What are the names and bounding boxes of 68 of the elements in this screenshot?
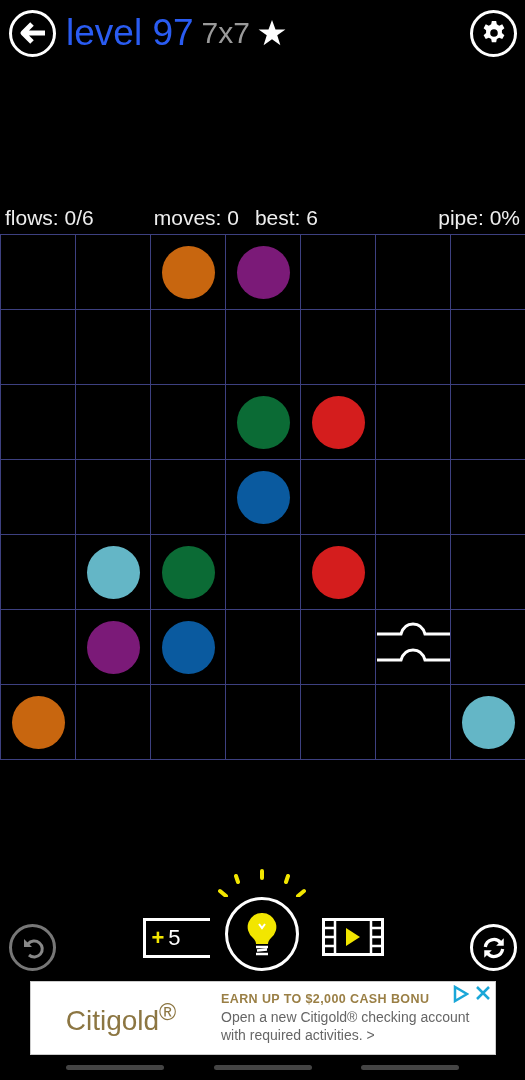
ad-brand: Citigold$^{®}$	[64, 998, 178, 1038]
grid-cell[interactable]	[301, 610, 376, 685]
grid-cell[interactable]	[301, 385, 376, 460]
grid-cell[interactable]	[226, 235, 301, 310]
grid-cell[interactable]	[76, 610, 151, 685]
close-icon[interactable]	[475, 985, 491, 1001]
grid-cell[interactable]	[76, 385, 151, 460]
pipe-percent: pipe: 0%	[438, 206, 520, 230]
rays-icon	[215, 869, 308, 897]
grid-cell[interactable]	[301, 235, 376, 310]
grid-cell[interactable]	[151, 310, 226, 385]
lightbulb-icon	[245, 912, 278, 956]
grid-cell[interactable]	[301, 685, 376, 760]
grid-cell[interactable]	[376, 535, 451, 610]
nav-handle[interactable]	[66, 1065, 164, 1070]
grid-cell[interactable]	[76, 460, 151, 535]
undo-button[interactable]	[9, 924, 56, 971]
film-play-icon	[321, 918, 384, 956]
settings-button[interactable]	[470, 9, 517, 57]
grid-cell[interactable]	[76, 535, 151, 610]
grid-size: 7x7	[201, 16, 250, 50]
ad-banner[interactable]: Citigold$^{®}$ EARN UP TO $2,000 CASH BONU Open a new Citigold® checking account with required activities. >	[30, 981, 496, 1055]
grid-cell[interactable]	[151, 385, 226, 460]
grid-cell[interactable]	[226, 685, 301, 760]
grid-cell[interactable]	[1, 685, 76, 760]
grid-cell[interactable]	[76, 685, 151, 760]
grid-cell[interactable]	[76, 310, 151, 385]
grid-cell[interactable]	[376, 385, 451, 460]
grid-cell[interactable]	[376, 685, 451, 760]
nav-handle[interactable]	[361, 1065, 459, 1070]
video-button[interactable]	[321, 918, 384, 956]
grid-cell[interactable]	[226, 610, 301, 685]
best-score: best: 6	[254, 206, 318, 230]
grid-cell[interactable]	[226, 460, 301, 535]
grid-cell[interactable]	[376, 460, 451, 535]
grid-cell[interactable]	[1, 235, 76, 310]
grid-cell[interactable]	[151, 235, 226, 310]
moves-count: moves: 0	[153, 206, 239, 230]
grid-cell[interactable]	[376, 610, 451, 685]
ad-body: Open a new Citigold® checking account with required activities. >	[221, 1008, 471, 1044]
grid-cell[interactable]	[76, 235, 151, 310]
grid-cell[interactable]	[151, 685, 226, 760]
grid-cell[interactable]	[301, 535, 376, 610]
grid-cell[interactable]	[1, 385, 76, 460]
grid-cell[interactable]	[226, 535, 301, 610]
grid-cell[interactable]	[151, 610, 226, 685]
hint-number: 5	[168, 925, 181, 951]
ad-choices-icon[interactable]	[453, 985, 469, 1003]
flows-count: flows: 0/6	[5, 206, 94, 230]
ad-headline: EARN UP TO $2,000 CASH BONU	[221, 992, 430, 1006]
grid-cell[interactable]	[151, 460, 226, 535]
grid-cell[interactable]	[1, 460, 76, 535]
restart-button[interactable]	[470, 924, 517, 971]
arrow-left-icon	[18, 21, 47, 45]
level-title: level 97	[66, 12, 194, 54]
grid-cell[interactable]	[226, 310, 301, 385]
grid-cell[interactable]	[1, 535, 76, 610]
grid-cell[interactable]	[301, 310, 376, 385]
grid-cell[interactable]	[376, 235, 451, 310]
plus-sign: +	[151, 925, 165, 951]
grid-cell[interactable]	[1, 610, 76, 685]
back-button[interactable]	[9, 9, 56, 57]
grid-cell[interactable]	[376, 310, 451, 385]
nav-handle[interactable]	[213, 1065, 312, 1070]
grid-cell[interactable]	[301, 460, 376, 535]
grid-cell[interactable]	[151, 535, 226, 610]
grid-cell[interactable]	[226, 385, 301, 460]
grid-cell[interactable]	[1, 310, 76, 385]
